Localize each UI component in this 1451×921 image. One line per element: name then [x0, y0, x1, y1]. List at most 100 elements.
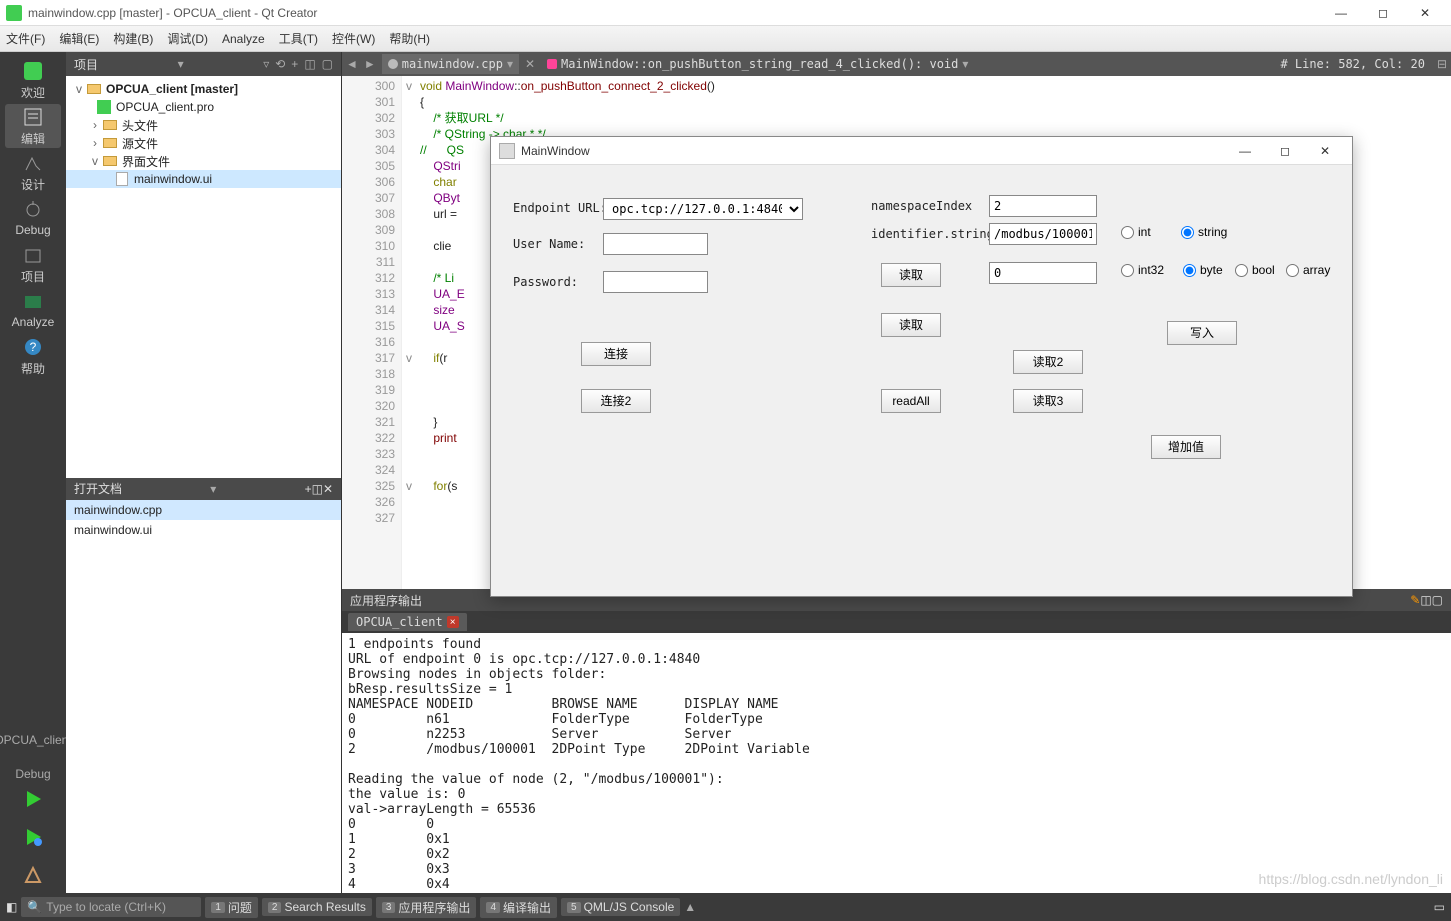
dlg-maximize-button[interactable]: ◻: [1266, 139, 1304, 163]
tree-headers[interactable]: ›头文件: [66, 116, 341, 134]
radio-int[interactable]: int: [1121, 225, 1151, 239]
open-file-cpp[interactable]: mainwindow.cpp: [66, 500, 341, 520]
menu-tools[interactable]: 工具(T): [279, 30, 318, 47]
build-button[interactable]: [5, 857, 61, 893]
radio-byte[interactable]: byte: [1183, 263, 1223, 277]
output-tab-app[interactable]: OPCUA_client×: [348, 613, 467, 631]
dialog-icon: [499, 143, 515, 159]
endpoint-combo[interactable]: opc.tcp://127.0.0.1:4840: [603, 198, 803, 220]
read-b-button[interactable]: 读取: [881, 313, 941, 337]
read3-button[interactable]: 读取3: [1013, 389, 1083, 413]
compileout-pane[interactable]: 4编译输出: [480, 897, 557, 918]
tree-sources[interactable]: ›源文件: [66, 134, 341, 152]
close-button[interactable]: ✕: [1405, 1, 1445, 25]
search-icon: 🔍: [27, 900, 42, 914]
mode-design[interactable]: 设计: [5, 150, 61, 194]
id-input[interactable]: [989, 223, 1097, 245]
read2-button[interactable]: 读取2: [1013, 350, 1083, 374]
dlg-minimize-button[interactable]: —: [1226, 139, 1264, 163]
tab-close-icon[interactable]: ×: [447, 616, 459, 628]
locator-input[interactable]: 🔍Type to locate (Ctrl+K): [21, 897, 201, 917]
connect2-button[interactable]: 连接2: [581, 389, 651, 413]
split-editor-icon[interactable]: ⊟: [1437, 57, 1447, 71]
run-debug-button[interactable]: [5, 819, 61, 855]
radio-string[interactable]: string: [1181, 225, 1227, 239]
radio-bool[interactable]: bool: [1235, 263, 1275, 277]
menu-edit[interactable]: 编辑(E): [59, 30, 99, 47]
nav-back-icon[interactable]: ◄: [346, 57, 358, 71]
tree-mainwindow-ui[interactable]: mainwindow.ui: [66, 170, 341, 188]
window-title: mainwindow.cpp [master] - OPCUA_client -…: [28, 6, 1321, 20]
project-tree[interactable]: vOPCUA_client [master] OPCUA_client.pro …: [66, 76, 341, 478]
svg-text:?: ?: [30, 340, 37, 354]
add-icon[interactable]: +: [291, 57, 298, 71]
progress-icon[interactable]: ▭: [1434, 900, 1445, 914]
write-button[interactable]: 写入: [1167, 321, 1237, 345]
menu-analyze[interactable]: Analyze: [222, 32, 265, 46]
project-header: 项目 ▾ ▿⟲+◫▢: [66, 52, 341, 76]
connect-button[interactable]: 连接: [581, 342, 651, 366]
editor-tabbar: ◄ ► mainwindow.cpp▾ ✕ MainWindow::on_pus…: [342, 52, 1451, 76]
value-input[interactable]: [989, 262, 1097, 284]
addval-button[interactable]: 增加值: [1151, 435, 1221, 459]
tree-forms[interactable]: v界面文件: [66, 152, 341, 170]
mode-edit[interactable]: 编辑: [5, 104, 61, 148]
nav-fwd-icon[interactable]: ►: [364, 57, 376, 71]
username-input[interactable]: [603, 233, 708, 255]
open-docs-header: 打开文档▾ +◫✕: [66, 478, 341, 500]
fold-column[interactable]: vvv: [402, 76, 416, 589]
run-target[interactable]: OPCUA_clientDebug: [5, 735, 61, 779]
menu-build[interactable]: 构建(B): [113, 30, 153, 47]
open-file-ui[interactable]: mainwindow.ui: [66, 520, 341, 540]
appout-pane[interactable]: 3应用程序输出: [376, 897, 477, 918]
open-close-icon[interactable]: ✕: [323, 482, 333, 496]
menu-widgets[interactable]: 控件(W): [332, 30, 375, 47]
dlg-close-button[interactable]: ✕: [1306, 139, 1344, 163]
menu-help[interactable]: 帮助(H): [389, 30, 430, 47]
menu-debug[interactable]: 调试(D): [167, 30, 208, 47]
bottom-bar: ◧ 🔍Type to locate (Ctrl+K) 1问题 2Search R…: [0, 893, 1451, 921]
mode-welcome[interactable]: 欢迎: [5, 58, 61, 102]
readall-button[interactable]: readAll: [881, 389, 941, 413]
search-pane[interactable]: 2Search Results: [262, 898, 372, 916]
tree-root[interactable]: vOPCUA_client [master]: [66, 80, 341, 98]
watermark: https://blog.csdn.net/lyndon_li: [1259, 871, 1443, 887]
split-icon[interactable]: ◫: [304, 57, 315, 71]
maximize-button[interactable]: ◻: [1363, 1, 1403, 25]
sidebar-toggle-icon[interactable]: ◧: [6, 900, 17, 914]
out-close-icon[interactable]: ▢: [1432, 593, 1443, 607]
ns-input[interactable]: [989, 195, 1097, 217]
mode-sidebar: 欢迎 编辑 设计 Debug 项目 Analyze ?帮助 OPCUA_clie…: [0, 52, 66, 893]
sync-icon[interactable]: ⟲: [275, 57, 285, 71]
mainwindow-dialog: MainWindow — ◻ ✕ Endpoint URL: opc.tcp:/…: [490, 136, 1353, 597]
out-tool-icon[interactable]: ✎: [1410, 593, 1420, 607]
mode-help[interactable]: ?帮助: [5, 334, 61, 378]
run-button[interactable]: [5, 781, 61, 817]
up-icon[interactable]: ▲: [684, 900, 696, 914]
dialog-titlebar[interactable]: MainWindow — ◻ ✕: [491, 137, 1352, 165]
menu-file[interactable]: 文件(F): [6, 30, 45, 47]
label-ns: namespaceIndex: [871, 199, 972, 213]
mode-debug[interactable]: Debug: [5, 196, 61, 240]
output-body[interactable]: 1 endpoints found URL of endpoint 0 is o…: [342, 633, 1451, 893]
output-tabs: OPCUA_client×: [342, 611, 1451, 633]
radio-int32[interactable]: int32: [1121, 263, 1164, 277]
open-add-icon[interactable]: +: [305, 482, 312, 496]
issues-pane[interactable]: 1问题: [205, 897, 258, 918]
out-split-icon[interactable]: ◫: [1420, 593, 1431, 607]
function-selector[interactable]: MainWindow::on_pushButton_string_read_4_…: [541, 54, 974, 74]
label-password: Password:: [513, 275, 578, 289]
tree-pro[interactable]: OPCUA_client.pro: [66, 98, 341, 116]
mode-analyze[interactable]: Analyze: [5, 288, 61, 332]
label-endpoint: Endpoint URL:: [513, 201, 607, 215]
open-split-icon[interactable]: ◫: [312, 482, 323, 496]
qmlconsole-pane[interactable]: 5QML/JS Console: [561, 898, 680, 916]
filter-icon[interactable]: ▿: [263, 57, 269, 71]
read-button[interactable]: 读取: [881, 263, 941, 287]
close-panel-icon[interactable]: ▢: [322, 57, 333, 71]
mode-projects[interactable]: 项目: [5, 242, 61, 286]
minimize-button[interactable]: —: [1321, 1, 1361, 25]
password-input[interactable]: [603, 271, 708, 293]
radio-array[interactable]: array: [1286, 263, 1330, 277]
file-tab[interactable]: mainwindow.cpp▾: [382, 54, 519, 74]
